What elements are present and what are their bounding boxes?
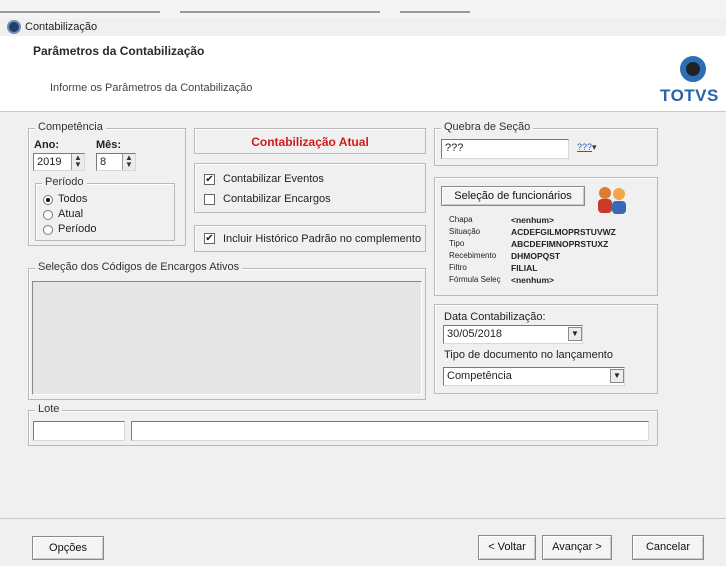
data-contabilizacao-group: Data Contabilização: 30/05/2018 ▼ Tipo d… [434,304,658,394]
selecao-funcionarios-button[interactable]: Seleção de funcionários [441,186,585,206]
competencia-group: Competência Ano: 2019 ▲ ▼ Mês: 8 ▲ ▼ Perío… [28,121,186,246]
ano-field[interactable]: 2019 ▲ ▼ [33,153,85,171]
lote-legend: Lote [35,403,63,415]
mes-label: Mês: [96,139,122,151]
historico-label: Incluir Histórico Padrão no complemento [223,233,422,245]
app-icon [7,20,21,34]
historico-checkbox[interactable]: ✔ [204,233,215,244]
data-contabilizacao-value: 30/05/2018 [447,328,503,340]
tipo-documento-value: Competência [447,370,512,382]
encargos-ativos-group: Seleção dos Códigos de Encargos Ativos [28,261,426,400]
contabilizar-encargos-label: Contabilizar Encargos [223,193,331,205]
ano-stepper[interactable]: ▲ ▼ [71,154,84,170]
periodo-legend: Período [42,176,87,188]
contabilizar-group: ✔ Contabilizar Eventos Contabilizar Enca… [194,163,426,213]
periodo-option-todos: Todos [58,193,88,205]
top-strip-segment [400,11,470,13]
quebra-secao-lookup-text: ??? [577,142,593,152]
quebra-secao-lookup-icon[interactable]: ???▾ [577,142,597,156]
data-contabilizacao-label: Data Contabilização: [444,311,546,323]
quebra-secao-field[interactable]: ??? [441,139,569,159]
top-strip-segment [0,11,160,13]
periodo-group: Período Todos Atual Período [35,176,175,241]
users-group-icon [595,184,631,216]
opcoes-button[interactable]: Opções [32,536,104,560]
quebra-secao-value: ??? [445,142,464,154]
avancar-button[interactable]: Avançar > [542,535,612,560]
encargos-ativos-legend: Seleção dos Códigos de Encargos Ativos [35,261,243,273]
top-strip [0,0,726,18]
window-title: Contabilização [25,21,98,33]
contabilizar-encargos-checkbox[interactable] [204,194,215,205]
contabilizar-eventos-checkbox[interactable]: ✔ [204,174,215,185]
periodo-option-periodo: Período [58,223,97,235]
competencia-legend: Competência [35,121,106,133]
mes-value: 8 [100,156,107,168]
top-strip-segment [180,11,380,13]
funcionarios-row-value: <nenhum> [511,215,554,225]
ano-value: 2019 [37,156,62,168]
funcionarios-row-value: FILIAL [511,263,538,273]
totvs-logo-text: TOTVS [660,86,719,105]
quebra-secao-legend: Quebra de Seção [441,121,534,133]
tipo-documento-dropdown-icon[interactable]: ▼ [610,369,624,383]
page-title: Parâmetros da Contabilização [33,44,205,58]
funcionarios-row-label: Situação [449,227,481,236]
funcionarios-row-label: Recebimento [449,251,497,260]
tipo-documento-select[interactable]: Competência [443,367,625,386]
funcionarios-row-value: ACDEFGILMOPRSTUVWZ [511,227,616,237]
ano-label: Ano: [34,139,60,151]
periodo-radio-todos[interactable] [43,195,53,205]
totvs-logo-icon [680,56,706,82]
periodo-radio-periodo[interactable] [43,225,53,235]
selecao-funcionarios-group: Seleção de funcionários Chapa <nenhum> S… [434,177,658,296]
funcionarios-row-value: DHMOPQST [511,251,561,261]
historico-group: ✔ Incluir Histórico Padrão no complement… [194,225,426,252]
lote-description-field[interactable] [131,421,649,441]
lote-group: Lote [28,403,658,446]
data-contabilizacao-dropdown-icon[interactable]: ▼ [568,327,582,341]
contabilizacao-atual-label: Contabilização Atual [251,135,369,149]
lote-code-field[interactable] [33,421,125,441]
page-subtitle: Informe os Parâmetros da Contabilização [50,82,253,94]
encargos-ativos-list[interactable] [32,281,422,395]
funcionarios-row-label: Filtro [449,263,467,272]
voltar-button[interactable]: < Voltar [478,535,536,560]
funcionarios-row-label: Fórmula Seleç [449,275,501,284]
mes-field[interactable]: 8 ▲ ▼ [96,153,136,171]
funcionarios-row-value: ABCDEFIMNOPRSTUXZ [511,239,609,249]
funcionarios-row-label: Chapa [449,215,473,224]
funcionarios-row-label: Tipo [449,239,465,248]
wizard-footer [0,518,726,566]
tipo-documento-label: Tipo de documento no lançamento [444,349,613,361]
data-contabilizacao-field[interactable]: 30/05/2018 [443,325,583,344]
cancelar-button[interactable]: Cancelar [632,535,704,560]
periodo-radio-atual[interactable] [43,210,53,220]
contabilizar-eventos-label: Contabilizar Eventos [223,173,324,185]
mes-stepper[interactable]: ▲ ▼ [122,154,135,170]
quebra-secao-group: Quebra de Seção ??? ???▾ [434,121,658,166]
contabilizacao-atual-box: Contabilização Atual [194,128,426,154]
funcionarios-row-value: <nenhum> [511,275,554,285]
periodo-option-atual: Atual [58,208,84,220]
